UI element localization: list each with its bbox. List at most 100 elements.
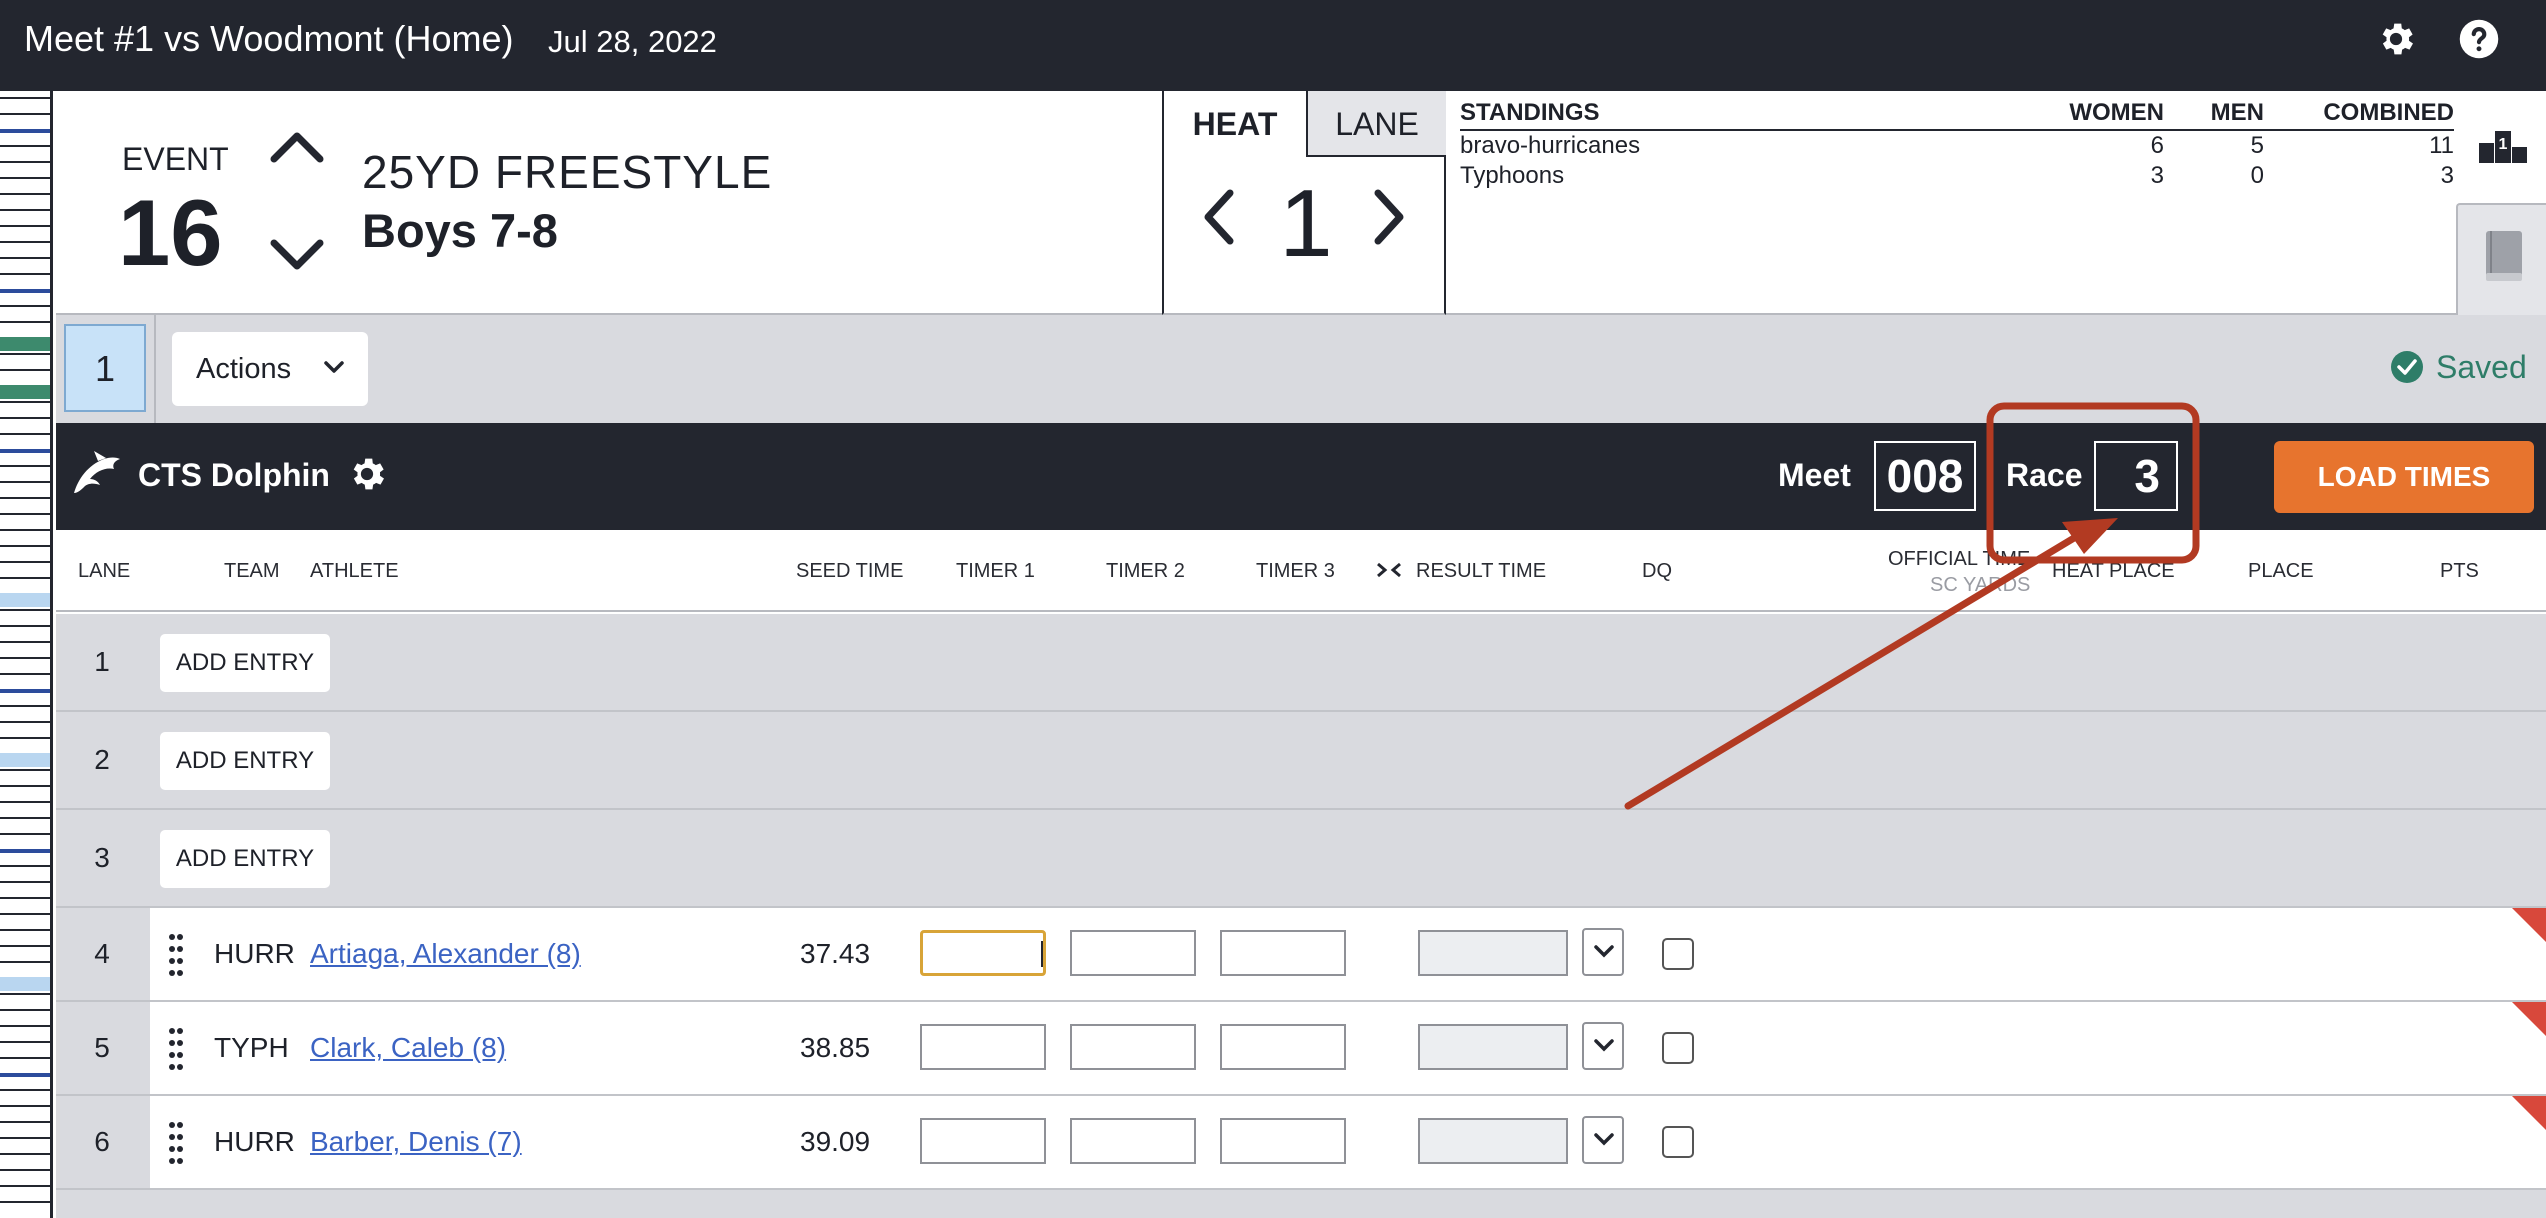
empty-lane-row: 1 ADD ENTRY — [56, 614, 2546, 712]
collapse-arrows-icon[interactable] — [1376, 560, 1402, 580]
gear-icon[interactable] — [346, 453, 388, 495]
lane-number: 1 — [94, 646, 110, 677]
heat-list-line — [0, 593, 50, 607]
book-icon — [2486, 231, 2522, 281]
drag-handle-icon[interactable] — [168, 932, 184, 978]
entry-row: 4 HURR Artiaga, Alexander (8) 37.43 — [56, 908, 2546, 1002]
tab-heat[interactable]: HEAT — [1164, 91, 1306, 157]
heat-list-line — [0, 481, 50, 483]
timer-3-input[interactable] — [1220, 930, 1346, 976]
heat-list-line — [0, 1041, 50, 1043]
chevron-right-icon[interactable] — [1368, 187, 1408, 247]
standings-table: STANDINGS WOMEN MEN COMBINED bravo-hurri… — [1460, 97, 2454, 191]
add-entry-button[interactable]: ADD ENTRY — [160, 830, 330, 888]
chevron-down-icon — [1594, 945, 1614, 958]
empty-lane-row: 2 ADD ENTRY — [56, 712, 2546, 810]
heat-list-line — [0, 753, 50, 767]
standings-team: bravo-hurricanes — [1460, 132, 1641, 159]
drag-handle-icon[interactable] — [168, 1120, 184, 1166]
athlete-link[interactable]: Artiaga, Alexander (8) — [310, 938, 581, 970]
actions-dropdown[interactable]: Actions — [172, 332, 368, 406]
standings-header: STANDINGS — [1460, 97, 2020, 131]
podium-icon[interactable]: 1 — [2478, 125, 2528, 165]
dq-checkbox[interactable] — [1662, 938, 1694, 970]
timer-3-input[interactable] — [1220, 1024, 1346, 1070]
result-time-field[interactable] — [1418, 1118, 1568, 1164]
result-dropdown-button[interactable] — [1582, 1022, 1624, 1070]
result-dropdown-button[interactable] — [1582, 1116, 1624, 1164]
status-flag — [2512, 1096, 2546, 1130]
heat-list-line — [0, 1185, 50, 1187]
heat-list-line — [0, 721, 50, 723]
team-code: HURR — [214, 938, 295, 969]
load-times-button[interactable]: LOAD TIMES — [2274, 441, 2534, 513]
tab-lane[interactable]: LANE — [1306, 91, 1446, 157]
timer-1-input[interactable] — [920, 1024, 1046, 1070]
heat-list-line — [0, 817, 50, 819]
chevron-down-icon[interactable] — [268, 235, 326, 275]
heat-list-line — [0, 417, 50, 419]
heat-list-line — [0, 705, 50, 707]
lane-number: 5 — [94, 1032, 110, 1063]
add-entry-button[interactable]: ADD ENTRY — [160, 732, 330, 790]
heat-list-strip[interactable] — [0, 91, 53, 1218]
dq-checkbox[interactable] — [1662, 1126, 1694, 1158]
timer-2-input[interactable] — [1070, 1024, 1196, 1070]
heat-list-line — [0, 353, 50, 355]
timer-2-input[interactable] — [1070, 930, 1196, 976]
timer-1-input[interactable] — [920, 930, 1046, 976]
chevron-up-icon[interactable] — [268, 127, 326, 167]
heat-number: 1 — [1279, 170, 1333, 277]
heat-list-line — [0, 913, 50, 915]
add-entry-button[interactable]: ADD ENTRY — [160, 634, 330, 692]
race-number-field[interactable]: 3 — [2094, 441, 2178, 511]
result-time-field[interactable] — [1418, 930, 1568, 976]
heat-list-line — [0, 929, 50, 931]
heat-list-line — [0, 737, 50, 739]
timer-3-input[interactable] — [1220, 1118, 1346, 1164]
heat-list-line — [0, 225, 50, 227]
heat-list-line — [0, 289, 50, 293]
saved-status: Saved — [2436, 349, 2527, 385]
women-header: WOMEN — [2020, 97, 2164, 131]
seed-time: 37.43 — [800, 938, 871, 969]
dq-checkbox[interactable] — [1662, 1032, 1694, 1064]
heat-list-line — [0, 113, 50, 115]
heat-list-line — [0, 401, 50, 403]
chevron-down-icon — [1594, 1133, 1614, 1146]
col-timer-1: TIMER 1 — [956, 560, 1035, 582]
heat-list-line — [0, 97, 50, 99]
event-group: Boys 7-8 — [362, 204, 558, 257]
standings-combined: 11 — [2429, 132, 2454, 159]
drag-handle-icon[interactable] — [168, 1026, 184, 1072]
heat-chip[interactable]: 1 — [64, 324, 146, 412]
athlete-link[interactable]: Clark, Caleb (8) — [310, 1032, 506, 1064]
col-place: PLACE — [2248, 560, 2314, 582]
text-caret — [1041, 941, 1043, 967]
meet-number-field[interactable]: 008 — [1874, 441, 1976, 511]
gear-icon[interactable] — [2375, 18, 2417, 60]
heat-list-line — [0, 769, 50, 771]
timer-2-input[interactable] — [1070, 1118, 1196, 1164]
heat-list-line — [0, 641, 50, 643]
heat-list-line — [0, 657, 50, 659]
timing-system-bar: CTS Dolphin Meet 008 Race 3 LOAD TIMES — [56, 423, 2546, 530]
timer-1-input[interactable] — [920, 1118, 1046, 1164]
col-dq: DQ — [1642, 560, 1672, 582]
status-flag — [2512, 908, 2546, 942]
book-button[interactable] — [2456, 203, 2546, 315]
heat-list-line — [0, 561, 50, 563]
col-athlete[interactable]: ATHLETE — [310, 560, 399, 583]
meet-title: Meet #1 vs Woodmont (Home) — [24, 18, 514, 59]
help-icon[interactable] — [2458, 18, 2500, 60]
athlete-link[interactable]: Barber, Denis (7) — [310, 1126, 522, 1158]
empty-lane-row: 3 ADD ENTRY — [56, 810, 2546, 908]
heat-list-line — [0, 865, 50, 867]
result-time-field[interactable] — [1418, 1024, 1568, 1070]
col-timer-2: TIMER 2 — [1106, 560, 1185, 582]
result-dropdown-button[interactable] — [1582, 928, 1624, 976]
col-seed-time[interactable]: SEED TIME — [796, 560, 903, 583]
col-result-time: RESULT TIME — [1416, 560, 1547, 582]
lane-number: 2 — [94, 744, 110, 775]
chevron-left-icon[interactable] — [1200, 187, 1240, 247]
